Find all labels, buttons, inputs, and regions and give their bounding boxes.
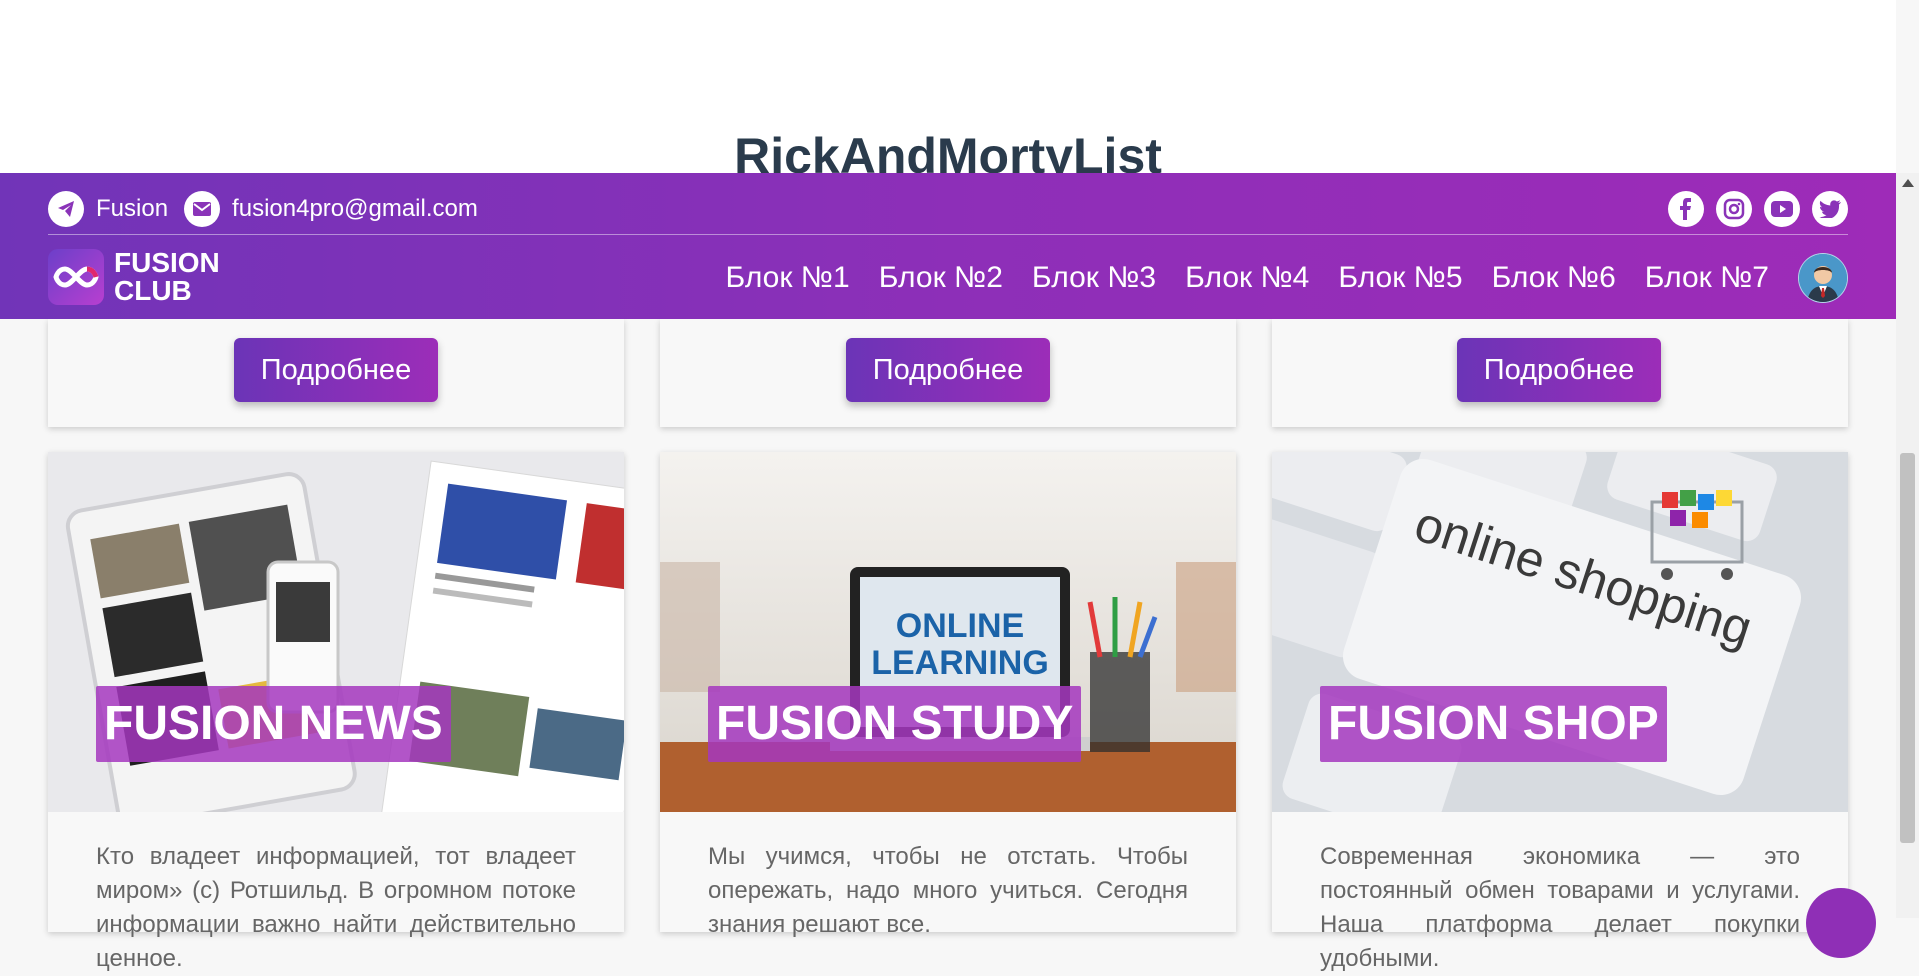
logo-line-1: FUSION	[114, 247, 220, 278]
more-button[interactable]: Подробнее	[234, 338, 438, 402]
nav-item-block-4[interactable]: Блок №4	[1185, 261, 1309, 295]
nav-item-block-1[interactable]: Блок №1	[725, 261, 849, 295]
scrollbar-thumb[interactable]	[1900, 453, 1915, 843]
email-link[interactable]: fusion4pro@gmail.com	[232, 195, 478, 223]
user-avatar[interactable]	[1798, 253, 1848, 303]
card-description: Кто владеет информацией, тот владеет мир…	[96, 843, 576, 972]
twitter-icon[interactable]	[1812, 191, 1848, 227]
card-label: FUSION STUDY	[708, 686, 1082, 762]
instagram-icon[interactable]	[1716, 191, 1752, 227]
more-button[interactable]: Подробнее	[846, 338, 1050, 402]
card-footer: Подробнее	[660, 319, 1236, 427]
main-nav: Блок №1 Блок №2 Блок №3 Блок №4 Блок №5 …	[725, 253, 1848, 303]
scroll-up-arrow-icon[interactable]	[1902, 179, 1914, 187]
card-fusion-news[interactable]: FUSION NEWS Кто владеет информацией, тот…	[48, 452, 624, 972]
nav-item-block-5[interactable]: Блок №5	[1338, 261, 1462, 295]
telegram-icon[interactable]	[48, 191, 84, 227]
header-divider	[48, 234, 1848, 235]
social-links	[1668, 189, 1848, 229]
card-footer: Подробнее	[48, 319, 624, 427]
email-icon[interactable]	[184, 191, 221, 227]
card-description: Современная экономика — это постоянный о…	[1320, 843, 1800, 972]
logo-line-2: CLUB	[114, 275, 192, 306]
telegram-link[interactable]: Fusion	[96, 195, 168, 223]
card-fusion-shop[interactable]: online shopping FUSION SHOP Современная …	[1272, 452, 1848, 972]
page-scrollbar[interactable]	[1896, 173, 1919, 918]
nav-item-block-3[interactable]: Блок №3	[1032, 261, 1156, 295]
card-label: FUSION SHOP	[1320, 686, 1667, 762]
contact-row: Fusion fusion4pro@gmail.com	[48, 189, 494, 229]
more-button[interactable]: Подробнее	[1457, 338, 1661, 402]
infinity-logo-icon	[48, 249, 104, 305]
card-footer: Подробнее	[1272, 319, 1848, 427]
nav-item-block-7[interactable]: Блок №7	[1645, 261, 1769, 295]
screen-text-learning: LEARNING	[871, 644, 1049, 682]
nav-item-block-2[interactable]: Блок №2	[879, 261, 1003, 295]
screen-text-online: ONLINE	[896, 607, 1024, 645]
facebook-icon[interactable]	[1668, 191, 1704, 227]
card-label: FUSION NEWS	[96, 686, 451, 762]
logo-text: FUSION CLUB	[114, 249, 220, 305]
youtube-icon[interactable]	[1764, 191, 1800, 227]
chat-button[interactable]	[1806, 888, 1876, 958]
site-header: Fusion fusion4pro@gmail.com FUSION CLUB …	[0, 173, 1896, 319]
site-logo[interactable]: FUSION CLUB	[48, 249, 220, 305]
card-description: Мы учимся, чтобы не отстать. Чтобы опере…	[708, 843, 1188, 938]
nav-item-block-6[interactable]: Блок №6	[1492, 261, 1616, 295]
card-fusion-study[interactable]: ONLINE LEARNING FUSION STUDY Мы учимся, …	[660, 452, 1236, 938]
